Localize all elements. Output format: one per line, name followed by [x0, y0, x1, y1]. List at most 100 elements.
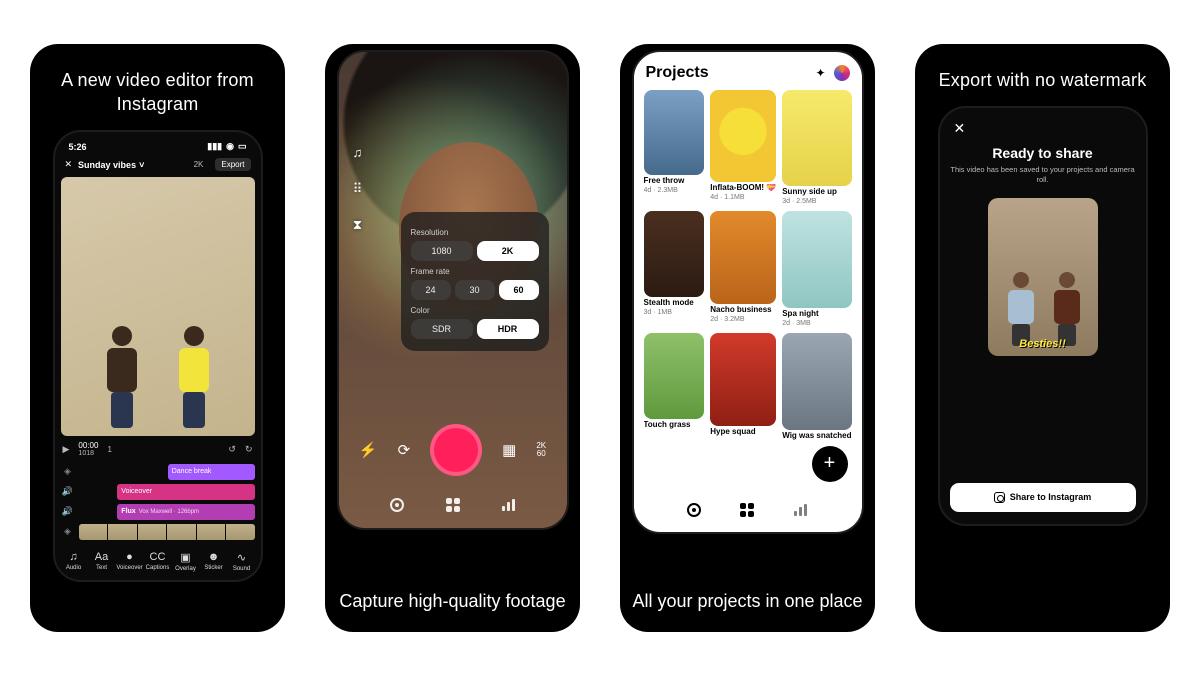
play-icon[interactable] — [63, 444, 70, 455]
panel-projects: Projects Free throw4d · 2.3MBInflata-BOO… — [620, 44, 875, 632]
clip-thumbnails[interactable] — [79, 524, 255, 540]
project-thumbnail — [644, 90, 705, 175]
seg-option[interactable]: 30 — [455, 280, 495, 300]
seg-option[interactable]: HDR — [477, 319, 539, 339]
project-name: Stealth mode — [644, 299, 705, 307]
project-thumbnail — [710, 333, 776, 425]
clip-flux[interactable]: Flux — [121, 508, 135, 515]
flash-icon[interactable] — [359, 441, 378, 459]
tool-overlay[interactable]: ▣Overlay — [173, 551, 199, 572]
quality-indicator[interactable]: 2K 60 — [536, 442, 546, 456]
tool-label: Text — [96, 565, 107, 571]
seg-option[interactable]: 24 — [411, 280, 451, 300]
tool-label: Audio — [66, 565, 81, 571]
record-button[interactable] — [430, 424, 482, 476]
project-card[interactable]: Stealth mode3d · 1MB — [644, 211, 705, 327]
project-card[interactable]: Free throw4d · 2.3MB — [644, 90, 705, 206]
wifi-icon: ◉ — [226, 141, 234, 152]
clip-voiceover[interactable]: Voiceover — [117, 484, 254, 500]
nav-projects-icon[interactable] — [444, 496, 462, 514]
project-card[interactable]: Nacho business2d · 3.2MB — [710, 211, 776, 327]
seg-option[interactable]: SDR — [411, 319, 473, 339]
nav-record-icon[interactable] — [388, 496, 406, 514]
share-label: Share to Instagram — [1010, 492, 1092, 502]
tool-label: Sticker — [204, 565, 222, 571]
preview-figure — [1050, 272, 1084, 342]
undo-icon[interactable] — [228, 444, 236, 455]
music-icon[interactable] — [347, 142, 369, 164]
tool-icon: ▣ — [180, 551, 190, 564]
project-name: Touch grass — [644, 421, 705, 429]
projects-title: Projects — [646, 64, 709, 82]
chevron-down-icon — [139, 160, 144, 170]
nav-insights-icon[interactable] — [791, 500, 811, 520]
status-time: 5:26 — [69, 142, 87, 152]
project-card[interactable]: Touch grass — [644, 333, 705, 442]
phone-camera: ⠿ ⧗ Resolution 10802K Frame rate 243060 … — [337, 50, 569, 530]
seg-option[interactable]: 2K — [477, 241, 539, 261]
preview-figure — [1004, 272, 1038, 342]
timeline-track[interactable]: 🔊 Voiceover — [61, 483, 255, 501]
nav-insights-icon[interactable] — [500, 496, 518, 514]
export-button[interactable]: Export — [215, 158, 250, 171]
clip-dance[interactable]: Dance break — [168, 464, 255, 480]
flip-camera-icon[interactable] — [398, 441, 411, 459]
eye-icon[interactable]: ◈ — [61, 526, 75, 537]
tool-label: Captions — [146, 565, 170, 571]
tool-sound[interactable]: ∿Sound — [229, 551, 255, 572]
redo-icon[interactable] — [245, 444, 253, 455]
project-meta: 2d · 3MB — [782, 320, 851, 327]
quality-badge[interactable]: 2K — [188, 158, 210, 171]
eye-icon[interactable]: ◈ — [61, 466, 75, 477]
avatar[interactable] — [834, 65, 850, 81]
tool-icon: ∿ — [237, 551, 246, 564]
seg-option[interactable]: 1080 — [411, 241, 473, 261]
preview-caption-overlay: Besties!! — [988, 338, 1098, 350]
panel2-caption: Capture high-quality footage — [325, 590, 580, 613]
project-name: Spa night — [782, 310, 851, 318]
framerate-label: Frame rate — [411, 267, 539, 276]
project-card[interactable]: Inflata-BOOM! 💝4d · 1.1MB — [710, 90, 776, 206]
panel4-headline: Export with no watermark — [927, 44, 1159, 106]
project-name: Sunny side up — [782, 188, 851, 196]
share-to-instagram-button[interactable]: Share to Instagram — [950, 483, 1136, 512]
tool-voiceover[interactable]: ●Voiceover — [117, 551, 143, 572]
timeline[interactable]: ◈Dance break 🔊Voiceover 🔊FluxVox Maxwell… — [61, 463, 255, 541]
tool-icon: CC — [150, 551, 166, 563]
sparkle-icon[interactable] — [815, 66, 825, 80]
color-seg: SDRHDR — [411, 319, 539, 339]
effects-icon[interactable]: ⠿ — [347, 178, 369, 200]
phone-editor: 5:26 ▮▮▮ ◉ ▭ Sunday vibes 2K Export 00:0… — [53, 130, 263, 582]
header-actions — [815, 65, 849, 81]
video-preview[interactable] — [61, 177, 255, 436]
project-card[interactable]: Spa night 2d · 3MB — [782, 211, 851, 327]
project-card[interactable]: Sunny side up3d · 2.5MB — [782, 90, 851, 206]
timeline-track[interactable]: ◈ Dance break — [61, 463, 255, 481]
project-card[interactable]: Hype squad — [710, 333, 776, 442]
nav-record-icon[interactable] — [684, 500, 704, 520]
add-project-button[interactable]: + — [812, 446, 848, 482]
sound-icon[interactable]: 🔊 — [61, 506, 75, 517]
project-card[interactable]: Wig was snatched — [782, 333, 851, 442]
camera-settings-card: Resolution 10802K Frame rate 243060 Colo… — [401, 212, 549, 351]
seg-option[interactable]: 60 — [499, 280, 539, 300]
project-title-wrap[interactable]: Sunday vibes — [78, 160, 182, 170]
project-thumbnail — [710, 211, 776, 303]
close-icon[interactable] — [65, 159, 73, 170]
timeline-track[interactable]: 🔊FluxVox Maxwell · 126bpm — [61, 503, 255, 521]
gallery-icon[interactable] — [502, 441, 516, 459]
timeline-track[interactable]: ◈ — [61, 523, 255, 541]
tool-icon: ♫ — [69, 551, 77, 563]
sound-icon[interactable]: 🔊 — [61, 486, 75, 497]
project-thumbnail — [644, 333, 705, 418]
close-icon[interactable] — [950, 118, 970, 139]
nav-projects-icon[interactable] — [737, 500, 757, 520]
panel1-headline: A new video editor from Instagram — [30, 44, 285, 131]
tool-audio[interactable]: ♫ Audio — [61, 551, 87, 572]
tool-sticker[interactable]: ☻Sticker — [201, 551, 227, 572]
project-name: Wig was snatched — [782, 432, 851, 440]
tool-captions[interactable]: CC Captions — [145, 551, 171, 572]
timer-icon[interactable]: ⧗ — [347, 214, 369, 236]
tool-text[interactable]: AaText — [89, 551, 115, 572]
instagram-icon — [994, 492, 1005, 503]
